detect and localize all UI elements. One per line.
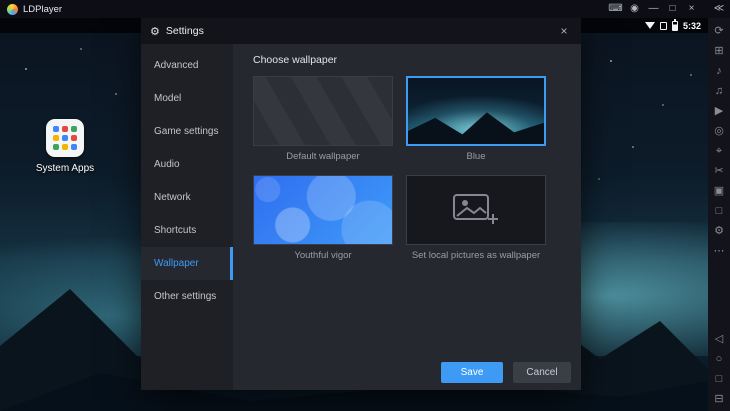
wallpaper-option-local-pictures: Set local pictures as wallpaper: [406, 175, 546, 262]
settings-dialog-body: Advanced Model Game settings Audio Netwo…: [141, 44, 581, 390]
settings-menu-item-shortcuts[interactable]: Shortcuts: [141, 214, 233, 247]
app-dot: [71, 135, 77, 141]
app-dot: [62, 135, 68, 141]
wallpaper-thumb-default[interactable]: [253, 76, 393, 146]
app-dot: [53, 126, 59, 132]
save-button[interactable]: Save: [441, 362, 503, 383]
reboot-icon[interactable]: ⟳: [708, 21, 730, 41]
wallpaper-grid: Default wallpaper Blue Youthful vigor: [253, 76, 563, 262]
settings-dialog-header: ⚙ Settings ×: [141, 18, 581, 44]
settings-menu-item-network[interactable]: Network: [141, 181, 233, 214]
gear-icon: ⚙: [150, 25, 160, 38]
keyboard-icon[interactable]: ⌨: [606, 0, 625, 18]
ldplayer-window: LDPlayer ⌨ ◉ — □ × ≪ 5:32: [0, 0, 730, 411]
settings-menu-item-wallpaper[interactable]: Wallpaper: [141, 247, 233, 280]
settings-menu-item-audio[interactable]: Audio: [141, 148, 233, 181]
app-dot: [71, 126, 77, 132]
android-recents-button[interactable]: □: [708, 369, 730, 389]
wallpaper-thumb-local-pictures[interactable]: [406, 175, 546, 245]
minimize-button[interactable]: —: [644, 0, 663, 18]
video-record-icon[interactable]: ▣: [708, 181, 730, 201]
settings-menu: Advanced Model Game settings Audio Netwo…: [141, 44, 233, 390]
multi-instance-icon[interactable]: ⊞: [708, 41, 730, 61]
settings-menu-item-game-settings[interactable]: Game settings: [141, 115, 233, 148]
battery-icon: [672, 21, 678, 31]
settings-dialog-title: Settings: [166, 25, 204, 37]
ldplayer-logo-icon: [7, 4, 18, 15]
screenshot-icon[interactable]: ✂: [708, 161, 730, 181]
android-home-button[interactable]: ○: [708, 349, 730, 369]
wallpaper-option-blue: Blue: [406, 76, 546, 163]
settings-menu-item-model[interactable]: Model: [141, 82, 233, 115]
close-button[interactable]: ×: [682, 0, 701, 18]
wallpaper-label: Youthful vigor: [253, 250, 393, 262]
wallpaper-label: Default wallpaper: [253, 151, 393, 163]
dialog-footer: Save Cancel: [233, 354, 581, 390]
app-drawer-button[interactable]: ⊟: [708, 389, 730, 409]
app-dot: [71, 144, 77, 150]
gamepad-icon[interactable]: ◉: [625, 0, 644, 18]
system-apps-label: System Apps: [33, 163, 97, 174]
wallpaper-option-youthful-vigor: Youthful vigor: [253, 175, 393, 262]
settings-menu-item-advanced[interactable]: Advanced: [141, 49, 233, 82]
settings-menu-item-other-settings[interactable]: Other settings: [141, 280, 233, 313]
cancel-button[interactable]: Cancel: [513, 362, 571, 383]
wallpaper-settings: Choose wallpaper Default wallpaper Blue: [233, 44, 581, 354]
operation-recorder-icon[interactable]: ▶: [708, 101, 730, 121]
system-apps-shortcut[interactable]: System Apps: [33, 119, 97, 174]
wallpaper-thumb-blue[interactable]: [406, 76, 546, 146]
settings-dialog: ⚙ Settings × Advanced Model Game setting…: [141, 18, 581, 390]
add-picture-icon: [452, 193, 500, 227]
wallpaper-option-default: Default wallpaper: [253, 76, 393, 163]
settings-content-pane: Choose wallpaper Default wallpaper Blue: [233, 44, 581, 390]
wallpaper-label: Blue: [406, 151, 546, 163]
titlebar-controls: ⌨ ◉ — □ × ≪: [606, 0, 730, 18]
system-apps-icon[interactable]: [46, 119, 84, 157]
choose-wallpaper-heading: Choose wallpaper: [253, 54, 563, 66]
maximize-button[interactable]: □: [663, 0, 682, 18]
more-icon[interactable]: ⋯: [708, 241, 730, 261]
volume-up-icon[interactable]: ♪: [708, 61, 730, 81]
volume-down-icon[interactable]: ♫: [708, 81, 730, 101]
app-dot: [62, 144, 68, 150]
notification-icon: [660, 22, 667, 30]
app-title: LDPlayer: [23, 4, 62, 15]
gamepad-tool-icon[interactable]: ◎: [708, 121, 730, 141]
app-dot: [53, 135, 59, 141]
fullscreen-icon[interactable]: □: [708, 201, 730, 221]
collapse-sidebar-button[interactable]: ≪: [708, 0, 730, 18]
toolbar-settings-icon[interactable]: ⚙: [708, 221, 730, 241]
title-bar: LDPlayer ⌨ ◉ — □ × ≪: [0, 0, 730, 18]
app-dot: [62, 126, 68, 132]
location-icon[interactable]: ⌖: [708, 141, 730, 161]
android-back-button[interactable]: ◁: [708, 329, 730, 349]
wallpaper-thumb-youthful-vigor[interactable]: [253, 175, 393, 245]
wallpaper-label: Set local pictures as wallpaper: [406, 250, 546, 262]
dialog-close-icon[interactable]: ×: [556, 24, 572, 38]
app-dot: [53, 144, 59, 150]
status-time: 5:32: [683, 21, 701, 31]
emulator-side-toolbar: ⟳ ⊞ ♪ ♫ ▶ ◎ ⌖ ✂ ▣ □ ⚙ ⋯ ◁ ○ □ ⊟: [708, 18, 730, 411]
wifi-icon: [645, 22, 655, 29]
